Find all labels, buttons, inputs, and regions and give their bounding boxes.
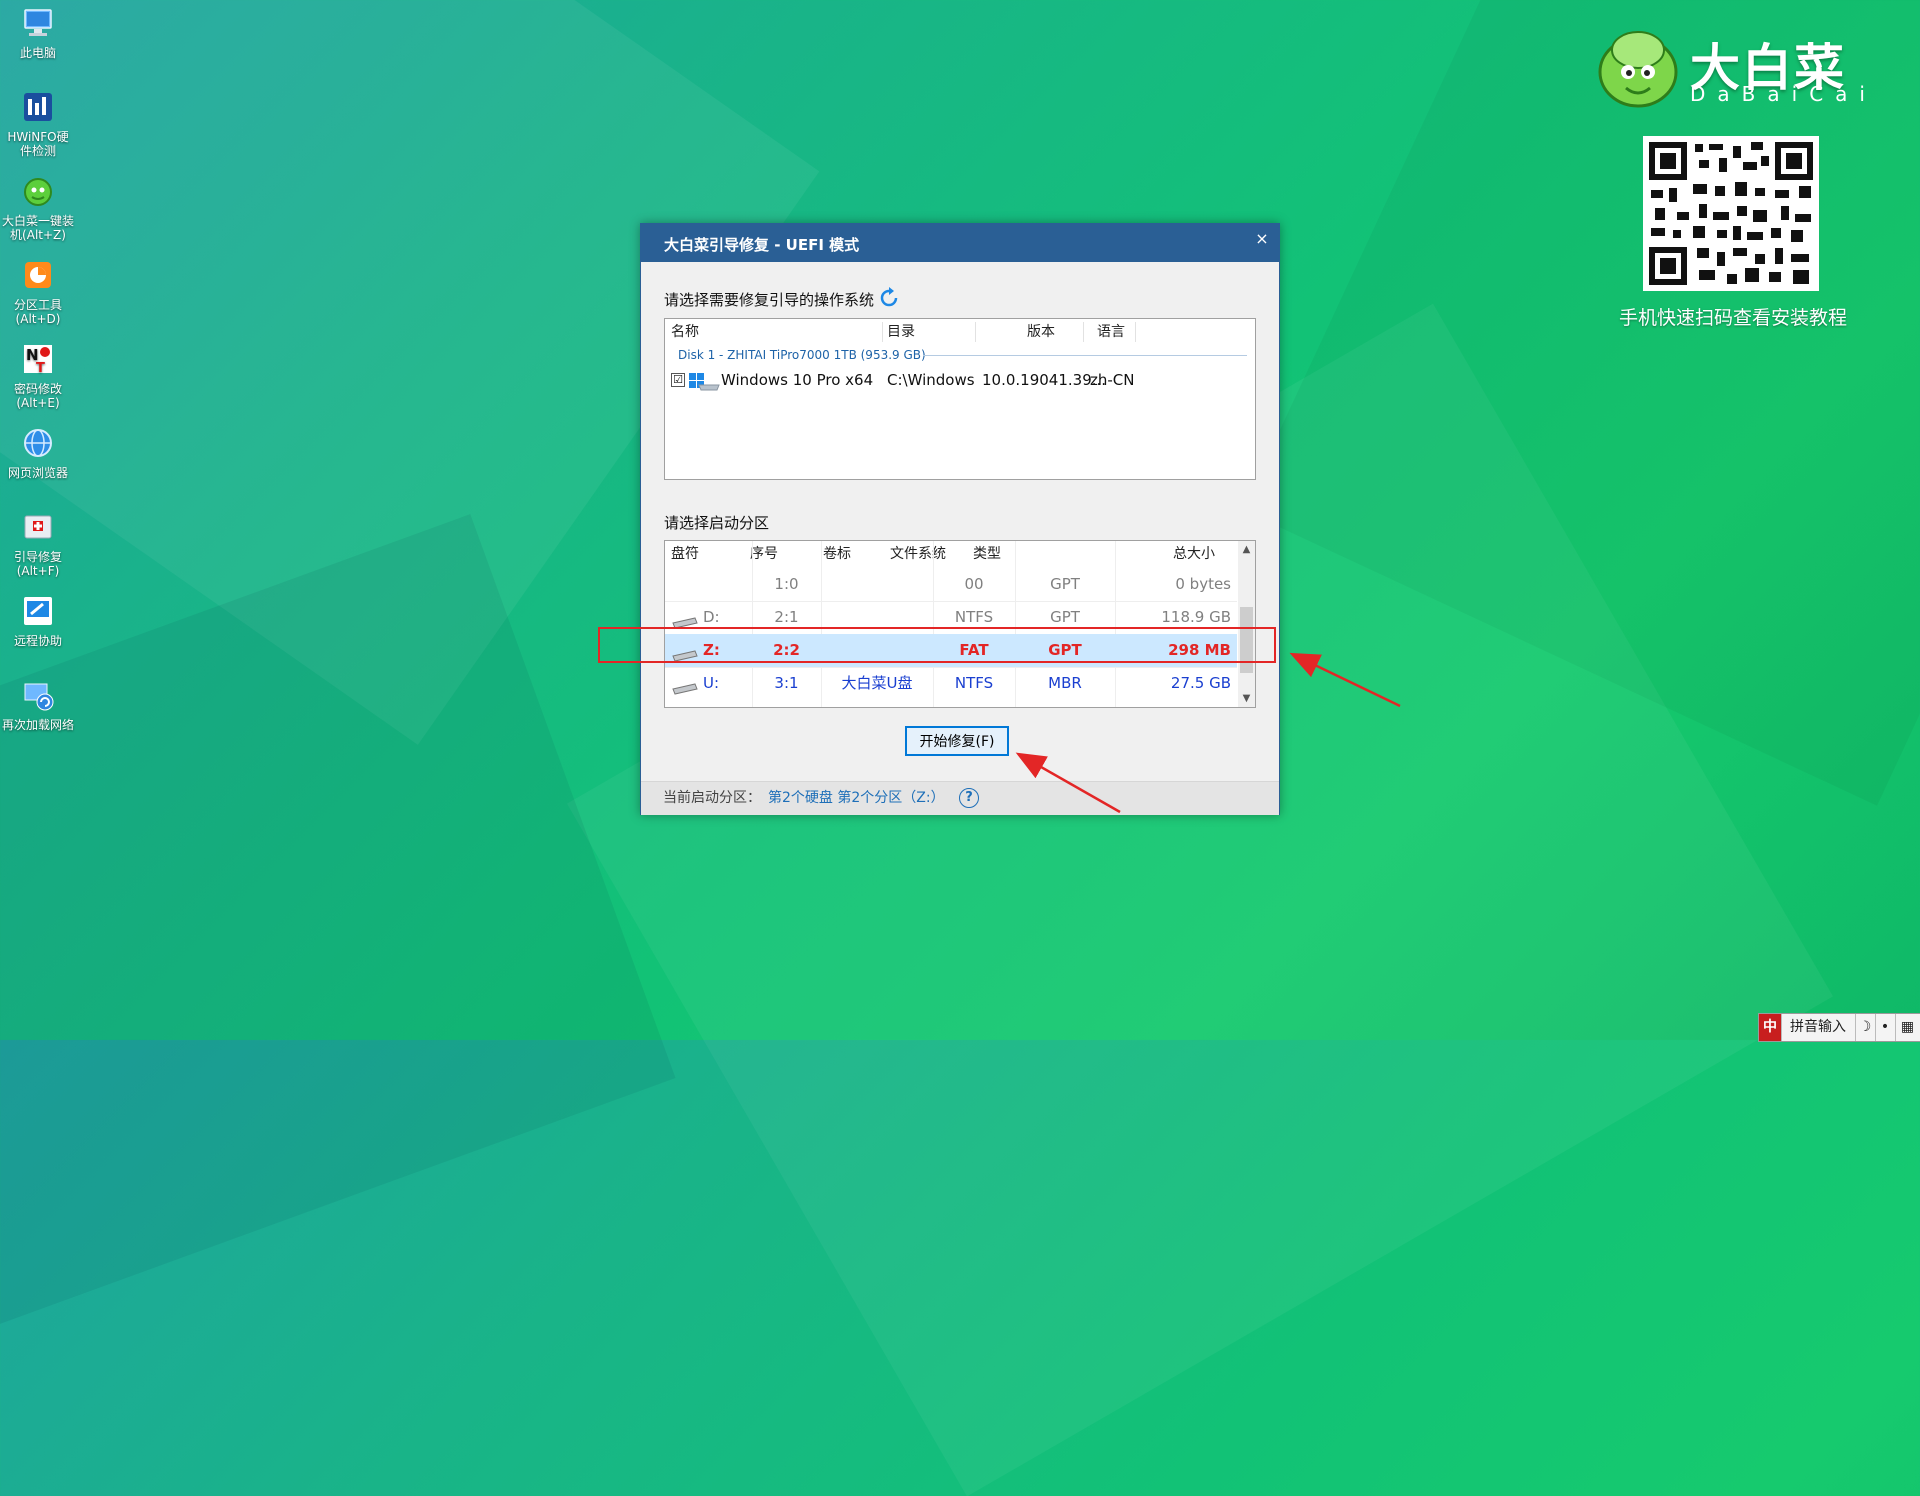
part-col-label[interactable]: 卷标	[823, 541, 851, 567]
desktop-icon-label: 网页浏览器	[7, 466, 68, 480]
cabbage-mascot-icon	[1598, 31, 1678, 108]
partition-size: 0 bytes	[1175, 575, 1231, 593]
partition-section-label: 请选择启动分区	[664, 514, 770, 532]
desktop-icon-label: 大白菜一键装 机(Alt+Z)	[1, 214, 74, 242]
desktop-icon-label: 再次加载网络	[1, 718, 74, 732]
boot-repair-icon	[24, 515, 52, 539]
dabaicai-logo: 大白菜 DaBaiCai	[1590, 22, 1890, 112]
partition-tool-icon	[25, 262, 51, 288]
desktop-icon-label: 远程协助	[13, 634, 62, 648]
qr-code-icon	[1643, 136, 1819, 291]
close-button[interactable]: ×	[1251, 228, 1273, 250]
dabaicai-install-icon	[24, 178, 52, 206]
highlight-box	[598, 627, 1276, 663]
desktop-icon-partition-tool[interactable]: 分区工具 (Alt+D)	[0, 258, 76, 326]
part-col-size[interactable]: 总大小	[1173, 541, 1215, 567]
scroll-down-icon[interactable]: ▼	[1238, 690, 1255, 707]
partition-fs: 00	[964, 575, 984, 593]
os-list[interactable]: 名称 目录 版本 语言 Disk 1 - ZHITAI TiPro7000 1T…	[664, 318, 1256, 480]
desktop-icon-label: 密码修改 (Alt+E)	[13, 382, 62, 410]
os-col-version[interactable]: 版本	[1027, 319, 1055, 345]
partition-type: MBR	[1048, 674, 1082, 692]
ime-moon-icon[interactable]: ☽	[1855, 1014, 1876, 1041]
reload-network-icon	[24, 683, 54, 711]
dialog-titlebar[interactable]: 大白菜引导修复 - UEFI 模式 ×	[641, 224, 1279, 262]
remote-assist-icon	[24, 597, 52, 625]
qr-caption: 手机快速扫码查看安装教程	[1618, 307, 1847, 329]
status-prefix: 当前启动分区：	[663, 790, 761, 806]
arrow-to-partition	[1289, 652, 1401, 708]
svg-text:T: T	[36, 361, 45, 376]
desktop-icon-label: 分区工具 (Alt+D)	[13, 298, 62, 326]
os-version: 10.0.19041.39...	[982, 371, 1107, 389]
desktop-icon-password-edit[interactable]: N T 密码修改 (Alt+E)	[0, 342, 76, 410]
os-col-lang[interactable]: 语言	[1097, 319, 1125, 345]
windows-drive-icon	[689, 373, 720, 391]
desktop-icon-this-pc[interactable]: 此电脑	[0, 6, 76, 60]
logo-subtitle: DaBaiCai	[1690, 82, 1877, 106]
hwinfo-icon	[24, 93, 52, 121]
os-name: Windows 10 Pro x64	[721, 371, 874, 389]
boot-repair-dialog: 大白菜引导修复 - UEFI 模式 × 请选择需要修复引导的操作系统 名称 目录…	[640, 223, 1280, 815]
partition-size: 27.5 GB	[1170, 674, 1231, 692]
partition-scrollbar[interactable]: ▲ ▼	[1238, 541, 1255, 707]
os-section-label: 请选择需要修复引导的操作系统	[664, 291, 875, 309]
scroll-up-icon[interactable]: ▲	[1238, 541, 1255, 558]
partition-index: 1:0	[774, 575, 799, 593]
dialog-title: 大白菜引导修复 - UEFI 模式	[664, 236, 860, 254]
os-checkbox[interactable]: ☑	[671, 373, 685, 387]
current-partition-link[interactable]: 第2个硬盘 第2个分区（Z:）	[768, 782, 945, 814]
ime-keyboard-icon[interactable]: ▦	[1895, 1014, 1920, 1041]
help-icon[interactable]: ?	[959, 788, 979, 808]
partition-list[interactable]: 盘符 序号 卷标 文件系统 类型 总大小 1:0 00 GPT 0 bytes …	[664, 540, 1256, 708]
part-col-type[interactable]: 类型	[973, 541, 1001, 567]
part-col-drive[interactable]: 盘符	[671, 541, 699, 567]
partition-type: GPT	[1050, 575, 1080, 593]
ime-mode-label[interactable]: 拼音输入	[1781, 1014, 1856, 1041]
desktop-icon-label: 引导修复 (Alt+F)	[13, 550, 62, 578]
disk-group-label: Disk 1 - ZHITAI TiPro7000 1TB (953.9 GB)	[678, 348, 926, 362]
part-col-index[interactable]: 序号	[750, 541, 778, 567]
start-repair-button[interactable]: 开始修复(F)	[905, 726, 1009, 756]
part-col-fs[interactable]: 文件系统	[890, 541, 946, 567]
computer-icon	[24, 9, 52, 36]
desktop-icon-reload-network[interactable]: 再次加载网络	[0, 678, 76, 732]
desktop-icon-dabaicai-install[interactable]: 大白菜一键装 机(Alt+Z)	[0, 174, 76, 242]
os-lang: zh-CN	[1090, 371, 1135, 389]
password-edit-icon: N T	[24, 345, 52, 376]
desktop-icon-browser[interactable]: 网页浏览器	[0, 426, 76, 480]
partition-volume-label: 大白菜U盘	[841, 674, 913, 692]
desktop-icon-label: HWiNFO硬 件检测	[7, 130, 69, 158]
desktop-icon-hwinfo[interactable]: HWiNFO硬 件检测	[0, 90, 76, 158]
partition-index: 3:1	[774, 674, 799, 692]
partition-drive: U:	[703, 674, 720, 692]
status-bar: 当前启动分区： 第2个硬盘 第2个分区（Z:） ?	[641, 781, 1279, 815]
os-col-name[interactable]: 名称	[671, 319, 699, 345]
os-col-dir[interactable]: 目录	[887, 319, 915, 345]
ime-logo-icon: 中	[1759, 1014, 1782, 1041]
qr-code	[1643, 136, 1819, 291]
desktop-icon-boot-repair[interactable]: 引导修复 (Alt+F)	[0, 510, 76, 578]
refresh-icon[interactable]	[877, 286, 901, 310]
partition-fs: NTFS	[954, 674, 994, 692]
desktop-icon-label: 此电脑	[19, 46, 56, 60]
desktop-icon-remote-assist[interactable]: 远程协助	[0, 594, 76, 648]
drive-icon	[672, 683, 698, 695]
partition-row[interactable]: 1:0 00 GPT 0 bytes	[665, 567, 1237, 601]
ime-toolbar[interactable]: 中 拼音输入 ☽ • ▦	[1758, 1013, 1920, 1042]
browser-icon	[24, 429, 52, 457]
ime-dot-icon[interactable]: •	[1875, 1014, 1896, 1041]
partition-row-u[interactable]: U: 3:1 大白菜U盘 NTFS MBR 27.5 GB	[665, 667, 1237, 700]
os-dir: C:\Windows	[887, 371, 975, 389]
os-row[interactable]: ☑ Windows 10 Pro x64 C:\Windows 10.0.190…	[665, 367, 1255, 393]
